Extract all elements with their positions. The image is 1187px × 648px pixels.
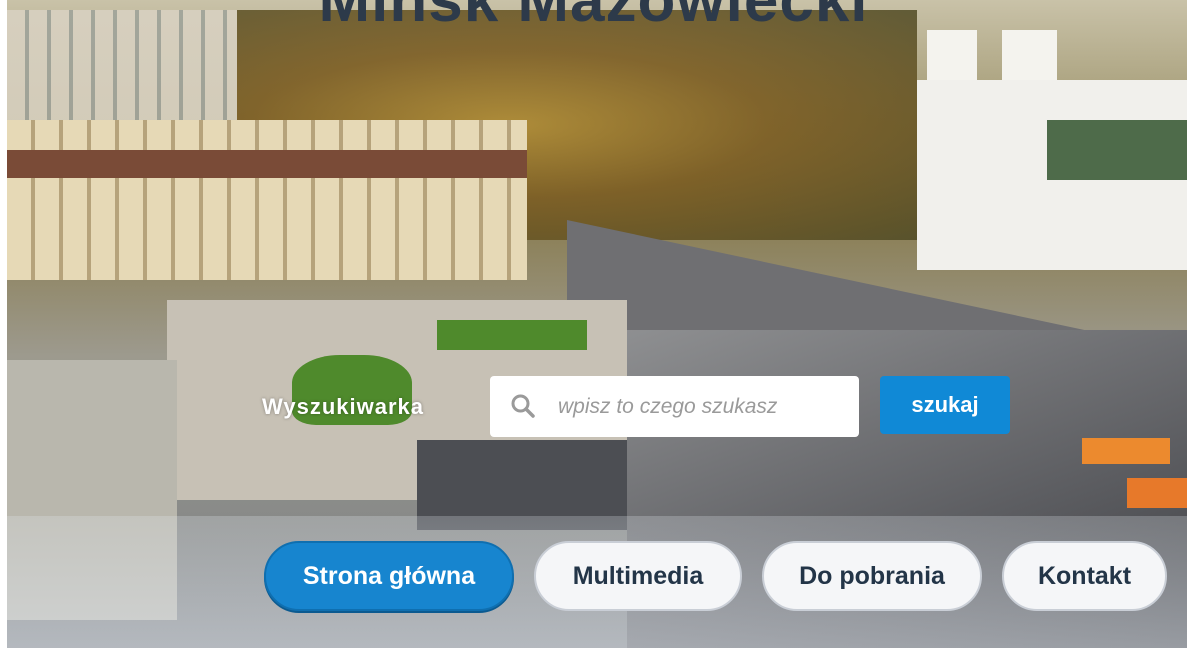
search-input[interactable] <box>558 376 848 437</box>
search-label: Wyszukiwarka <box>262 394 425 419</box>
nav-downloads-button[interactable]: Do pobrania <box>762 541 982 611</box>
page-title: Mińsk Mazowiecki <box>318 0 869 35</box>
nav-multimedia-button[interactable]: Multimedia <box>534 541 742 611</box>
search-box[interactable] <box>490 376 859 437</box>
church-roof <box>1047 120 1187 180</box>
nav-home-button[interactable]: Strona główna <box>264 541 514 611</box>
plaza-lawn-strip <box>437 320 587 350</box>
nav-contact-button[interactable]: Kontakt <box>1002 541 1167 611</box>
search-icon <box>510 393 536 419</box>
orange-awning-2 <box>1127 478 1187 508</box>
apartment-roofs <box>7 150 527 178</box>
apartment-buildings <box>7 120 527 280</box>
left-edge <box>0 0 7 648</box>
search-button[interactable]: szukaj <box>880 376 1010 434</box>
orange-awning <box>1082 438 1170 464</box>
